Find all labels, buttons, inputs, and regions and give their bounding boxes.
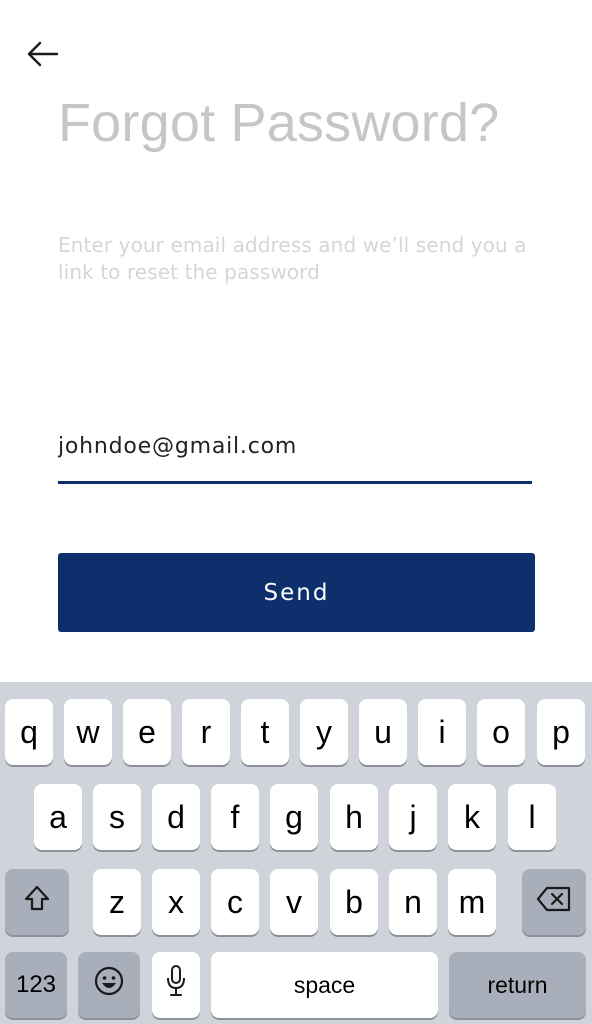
emoji-key[interactable] (78, 952, 140, 1018)
key-a[interactable]: a (34, 784, 82, 850)
back-button[interactable] (22, 38, 62, 74)
key-n[interactable]: n (389, 869, 437, 935)
key-v[interactable]: v (270, 869, 318, 935)
key-x[interactable]: x (152, 869, 200, 935)
key-i[interactable]: i (418, 699, 466, 765)
key-r[interactable]: r (182, 699, 230, 765)
key-q[interactable]: q (5, 699, 53, 765)
key-s[interactable]: s (93, 784, 141, 850)
backspace-icon (535, 884, 573, 921)
key-l[interactable]: l (508, 784, 556, 850)
page-title: Forgot Password? (58, 93, 500, 153)
key-j[interactable]: j (389, 784, 437, 850)
shift-key[interactable] (5, 869, 69, 935)
email-field[interactable] (58, 430, 532, 484)
key-k[interactable]: k (448, 784, 496, 850)
key-g[interactable]: g (270, 784, 318, 850)
numbers-key[interactable]: 123 (5, 952, 67, 1018)
microphone-icon (164, 964, 188, 1006)
keyboard: q w e r t y u i o p a s d f g h j k l z … (0, 682, 592, 1024)
key-u[interactable]: u (359, 699, 407, 765)
space-key[interactable]: space (211, 952, 438, 1018)
return-key[interactable]: return (449, 952, 586, 1018)
key-t[interactable]: t (241, 699, 289, 765)
key-w[interactable]: w (64, 699, 112, 765)
arrow-left-icon (24, 39, 60, 74)
key-p[interactable]: p (537, 699, 585, 765)
send-button[interactable]: Send (58, 553, 535, 632)
key-d[interactable]: d (152, 784, 200, 850)
key-c[interactable]: c (211, 869, 259, 935)
page-subtitle: Enter your email address and we’ll send … (58, 233, 527, 284)
key-f[interactable]: f (211, 784, 259, 850)
shift-icon (22, 883, 52, 921)
key-h[interactable]: h (330, 784, 378, 850)
delete-key[interactable] (522, 869, 586, 935)
key-y[interactable]: y (300, 699, 348, 765)
key-m[interactable]: m (448, 869, 496, 935)
key-e[interactable]: e (123, 699, 171, 765)
key-b[interactable]: b (330, 869, 378, 935)
dictation-key[interactable] (152, 952, 200, 1018)
key-o[interactable]: o (477, 699, 525, 765)
emoji-icon (93, 965, 125, 1005)
key-z[interactable]: z (93, 869, 141, 935)
email-input[interactable] (58, 430, 532, 462)
